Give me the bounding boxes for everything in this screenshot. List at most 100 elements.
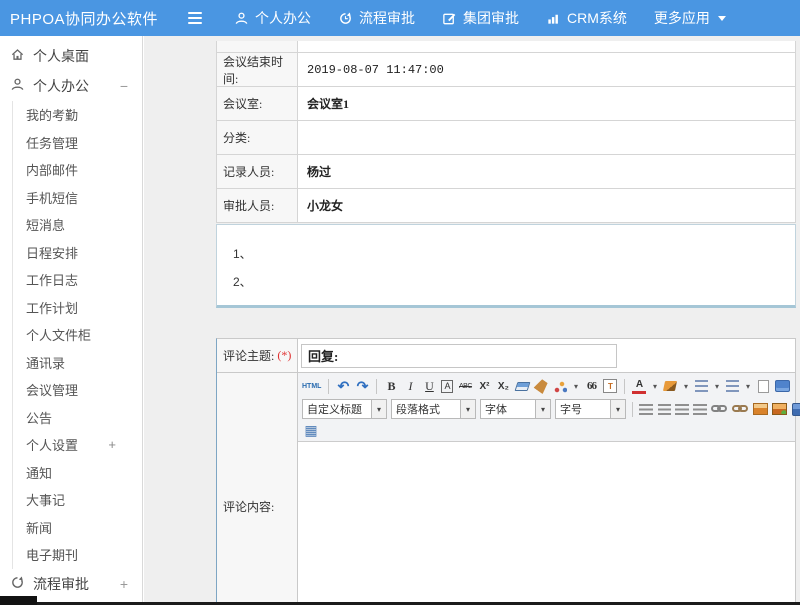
ordered-list-icon[interactable] bbox=[694, 378, 708, 394]
font-color-icon[interactable]: A bbox=[632, 379, 646, 394]
field-label: 审批人员: bbox=[217, 189, 298, 222]
sidebar-item-personal-settings[interactable]: 个人设置 + bbox=[13, 431, 142, 459]
caret-down-icon[interactable]: ▾ bbox=[461, 399, 476, 419]
heading-select[interactable]: 自定义标题 ▾ bbox=[302, 399, 387, 419]
sidebar-item-schedule[interactable]: 日程安排 bbox=[13, 239, 142, 267]
sidebar-item-attendance[interactable]: 我的考勤 bbox=[13, 101, 142, 129]
toolbar-row-3: ▦ bbox=[302, 421, 791, 440]
bold-icon[interactable]: B bbox=[384, 378, 398, 394]
comment-content-row: 评论内容: HTML ↶ ↷ B I U A ABC X² bbox=[217, 373, 795, 605]
edit-icon bbox=[442, 11, 457, 26]
format-brush-icon[interactable] bbox=[534, 378, 548, 394]
new-page-icon[interactable] bbox=[756, 378, 770, 394]
editor-content-area[interactable] bbox=[298, 442, 795, 605]
caret-down-icon[interactable]: ▾ bbox=[536, 399, 551, 419]
field-label: 会议室: bbox=[217, 87, 298, 120]
font-family-select[interactable]: 字体 ▾ bbox=[480, 399, 551, 419]
sidebar-item-label: 手机短信 bbox=[26, 188, 78, 207]
redo-icon[interactable]: ↷ bbox=[355, 378, 369, 394]
sidebar-item-label: 个人桌面 bbox=[33, 46, 89, 66]
field-label: 记录人员: bbox=[217, 155, 298, 188]
remove-format-eraser-icon[interactable] bbox=[515, 378, 529, 394]
sidebar-item-label: 新闻 bbox=[26, 518, 52, 537]
undo-icon[interactable]: ↶ bbox=[336, 378, 350, 394]
paste-as-text-icon[interactable]: T bbox=[603, 379, 617, 393]
sidebar-item-memorabilia[interactable]: 大事记 bbox=[13, 486, 142, 514]
insert-media-icon[interactable] bbox=[791, 401, 800, 417]
subscript-icon[interactable]: X₂ bbox=[496, 378, 510, 394]
sidebar-item-workflow-approval[interactable]: 流程审批 + bbox=[0, 569, 142, 599]
sidebar-item-e-journal[interactable]: 电子期刊 bbox=[13, 541, 142, 569]
nav-crm-system[interactable]: CRM系统 bbox=[546, 8, 627, 28]
paragraph-format-select[interactable]: 段落格式 ▾ bbox=[391, 399, 476, 419]
menu-toggle-icon[interactable] bbox=[188, 12, 204, 24]
strikethrough-icon[interactable]: ABC bbox=[458, 378, 472, 394]
sidebar-item-internal-mail[interactable]: 内部邮件 bbox=[13, 156, 142, 184]
select-value: 字号 bbox=[555, 399, 611, 419]
sidebar-item-contacts[interactable]: 通讯录 bbox=[13, 349, 142, 377]
char-border-icon[interactable]: A bbox=[441, 380, 453, 393]
insert-image-icon[interactable] bbox=[753, 401, 768, 417]
align-right-icon[interactable] bbox=[675, 401, 689, 417]
expand-plus-icon[interactable]: + bbox=[120, 576, 128, 592]
sidebar-item-label: 会议管理 bbox=[26, 380, 78, 399]
caret-down-icon[interactable]: ▾ bbox=[651, 378, 658, 394]
caret-down-icon[interactable]: ▾ bbox=[744, 378, 751, 394]
sidebar-item-label: 个人文件柜 bbox=[26, 325, 91, 344]
app-logo[interactable]: PHPOA协同办公软件 bbox=[0, 8, 188, 29]
sidebar-item-mobile-sms[interactable]: 手机短信 bbox=[13, 184, 142, 212]
nav-label: 更多应用 bbox=[654, 8, 710, 28]
underline-icon[interactable]: U bbox=[422, 378, 436, 394]
superscript-icon[interactable]: X² bbox=[477, 378, 491, 394]
comment-subject-input[interactable] bbox=[301, 344, 617, 368]
content-line: 1、 bbox=[233, 245, 795, 262]
content-line: 2、 bbox=[233, 273, 795, 290]
italic-icon[interactable]: I bbox=[403, 378, 417, 394]
sidebar-item-short-message[interactable]: 短消息 bbox=[13, 211, 142, 239]
comment-content-label: 评论内容: bbox=[217, 373, 298, 605]
blockquote-icon[interactable]: 66 bbox=[584, 378, 598, 394]
sidebar-item-work-plan[interactable]: 工作计划 bbox=[13, 294, 142, 322]
caret-down-icon[interactable]: ▾ bbox=[682, 378, 689, 394]
nav-group-approval[interactable]: 集团审批 bbox=[442, 8, 519, 28]
font-size-select[interactable]: 字号 ▾ bbox=[555, 399, 626, 419]
insert-link-icon[interactable] bbox=[711, 404, 728, 414]
sidebar-item-personal-files[interactable]: 个人文件柜 bbox=[13, 321, 142, 349]
nav-more-apps[interactable]: 更多应用 bbox=[654, 8, 726, 28]
nav-workflow-approval[interactable]: 流程审批 bbox=[338, 8, 415, 28]
caret-down-icon[interactable]: ▾ bbox=[372, 399, 387, 419]
insert-table-icon[interactable]: ▦ bbox=[304, 423, 318, 439]
sidebar-item-personal-office[interactable]: 个人办公 − bbox=[0, 71, 142, 101]
field-label: 评论主题: (*) bbox=[217, 339, 298, 372]
sidebar-item-desktop[interactable]: 个人桌面 bbox=[0, 41, 142, 71]
sidebar-item-task-management[interactable]: 任务管理 bbox=[13, 129, 142, 157]
align-center-icon[interactable] bbox=[657, 401, 671, 417]
field-label: 会议结束时间: bbox=[217, 53, 298, 86]
table-row: 分类: bbox=[217, 121, 795, 155]
collapse-minus-icon[interactable]: − bbox=[120, 78, 128, 94]
expand-plus-icon[interactable]: + bbox=[108, 437, 116, 452]
nav-personal-office[interactable]: 个人办公 bbox=[234, 8, 311, 28]
quick-format-icon[interactable] bbox=[553, 378, 567, 394]
sidebar-item-label: 内部邮件 bbox=[26, 160, 78, 179]
align-left-icon[interactable] bbox=[639, 401, 653, 417]
sidebar-item-label: 电子期刊 bbox=[26, 545, 78, 564]
remove-link-icon[interactable] bbox=[732, 404, 749, 414]
html-source-icon[interactable]: HTML bbox=[302, 378, 321, 394]
highlight-color-icon[interactable] bbox=[663, 378, 677, 394]
nav-label: 集团审批 bbox=[463, 8, 519, 28]
sidebar-item-label: 通知 bbox=[26, 463, 52, 482]
sidebar-item-work-log[interactable]: 工作日志 bbox=[13, 266, 142, 294]
align-justify-icon[interactable] bbox=[693, 401, 707, 417]
scrollbar-thumb[interactable] bbox=[0, 596, 37, 605]
sidebar-item-news[interactable]: 新闻 bbox=[13, 514, 142, 542]
insert-flash-icon[interactable] bbox=[772, 401, 787, 417]
sidebar-item-meeting-management[interactable]: 会议管理 bbox=[13, 376, 142, 404]
caret-down-icon[interactable]: ▾ bbox=[611, 399, 626, 419]
sidebar-item-announcement[interactable]: 公告 bbox=[13, 404, 142, 432]
caret-down-icon[interactable]: ▾ bbox=[572, 378, 579, 394]
fullscreen-icon[interactable] bbox=[775, 380, 790, 392]
unordered-list-icon[interactable] bbox=[725, 378, 739, 394]
sidebar-item-notice[interactable]: 通知 bbox=[13, 459, 142, 487]
caret-down-icon[interactable]: ▾ bbox=[713, 378, 720, 394]
